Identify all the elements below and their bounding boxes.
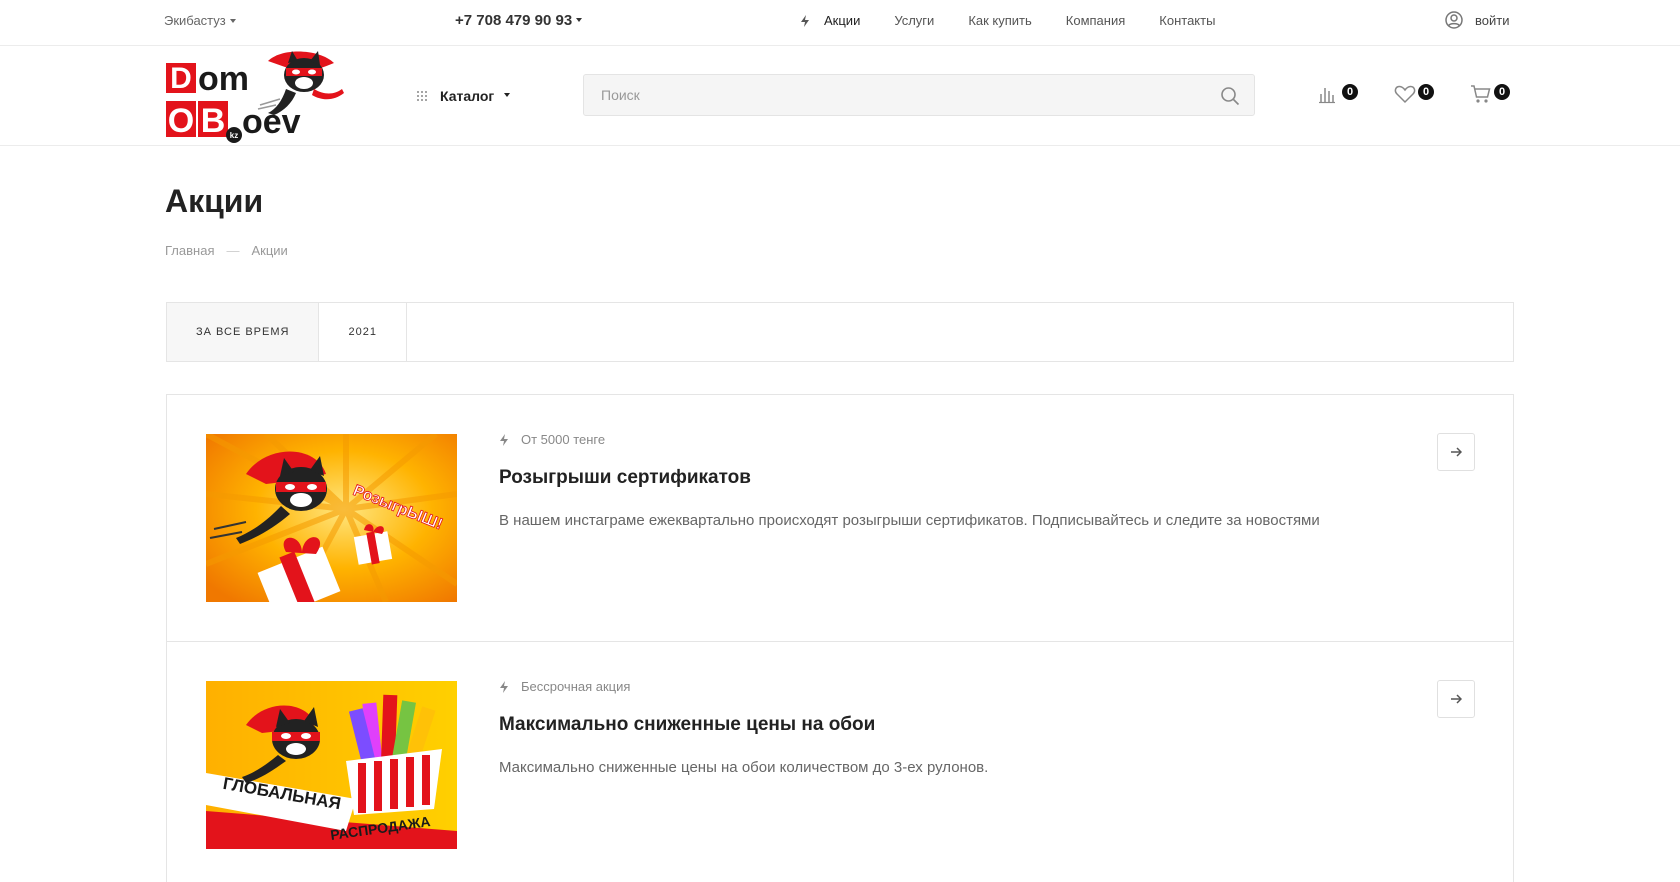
user-icon — [1445, 11, 1463, 29]
nav-item-company[interactable]: Компания — [1066, 13, 1126, 28]
svg-text:B: B — [201, 102, 226, 140]
nav-item-contacts[interactable]: Контакты — [1159, 13, 1215, 28]
promo-period-label: Бессрочная акция — [521, 679, 631, 694]
lightning-icon — [499, 680, 509, 693]
svg-text:O: O — [168, 102, 194, 140]
phone-number: +7 708 479 90 93 — [455, 12, 573, 29]
promo-period: От 5000 тенге — [499, 432, 605, 447]
search-icon[interactable] — [1220, 86, 1240, 106]
svg-text:D: D — [170, 62, 192, 95]
nav-item-label: Контакты — [1159, 13, 1216, 28]
svg-text:kz: kz — [230, 131, 238, 140]
nav-item-label: Акции — [824, 13, 861, 28]
heart-icon — [1394, 85, 1416, 104]
cart-icon — [1471, 85, 1491, 103]
promo-item: РозыгрЫШ! От 5000 тенге Розыгрыши сертиф… — [167, 395, 1513, 641]
site-logo[interactable]: D om O B kz oev — [164, 49, 354, 145]
nav-item-label: Компания — [1065, 13, 1126, 28]
arrow-right-icon — [1451, 694, 1462, 704]
svg-text:oev: oev — [242, 103, 301, 141]
page-title: Акции — [165, 183, 264, 219]
nav-item-how-to-buy[interactable]: Как купить — [968, 13, 1031, 28]
promo-image[interactable]: ГЛОБАЛЬНАЯ РАСПРОДАЖА — [206, 681, 457, 849]
promo-title[interactable]: Максимально сниженные цены на обои — [499, 714, 875, 736]
search-box — [583, 74, 1255, 116]
promo-period-label: От 5000 тенге — [521, 432, 606, 447]
arrow-right-icon — [1451, 447, 1462, 457]
compare-count-badge: 0 — [1342, 84, 1358, 100]
promo-title[interactable]: Розыгрыши сертификатов — [499, 467, 751, 489]
promo-list: РозыгрЫШ! От 5000 тенге Розыгрыши сертиф… — [166, 394, 1514, 882]
breadcrumb-home[interactable]: Главная — [165, 243, 214, 258]
year-filter: ЗА ВСЕ ВРЕМЯ 2021 — [166, 302, 1514, 362]
promo-open-button[interactable] — [1437, 433, 1475, 471]
promo-open-button[interactable] — [1437, 680, 1475, 718]
top-nav: Акции Услуги Как купить Компания Контакт… — [800, 13, 1249, 28]
cart-count-badge: 0 — [1494, 84, 1510, 100]
nav-item-label: Услуги — [894, 13, 935, 28]
chevron-down-icon — [576, 18, 583, 23]
compare-icon — [1319, 88, 1335, 104]
compare-button[interactable]: 0 — [1318, 84, 1362, 106]
nav-item-services[interactable]: Услуги — [894, 13, 934, 28]
city-label: Экибастуз — [164, 13, 226, 28]
phone-selector[interactable]: +7 708 479 90 93 — [455, 12, 583, 29]
promo-item: ГЛОБАЛЬНАЯ РАСПРОДАЖА Бессрочная акция М… — [167, 641, 1513, 882]
promo-description: Максимально сниженные цены на обои колич… — [499, 759, 989, 776]
breadcrumb-separator: — — [226, 243, 240, 258]
favorites-button[interactable]: 0 — [1394, 84, 1438, 106]
login-link[interactable]: войти — [1445, 11, 1509, 29]
promo-description: В нашем инстаграме ежеквартально происхо… — [499, 512, 1320, 529]
promo-period: Бессрочная акция — [499, 679, 630, 694]
nav-item-label: Как купить — [968, 13, 1032, 28]
catalog-label: Каталог — [440, 88, 495, 104]
lightning-icon — [800, 14, 810, 27]
lightning-icon — [499, 433, 509, 446]
top-bar: Экибастуз +7 708 479 90 93 Акции Услуги … — [0, 0, 1680, 46]
filter-tab-2021[interactable]: 2021 — [319, 303, 407, 361]
login-label: войти — [1475, 12, 1510, 28]
filter-tab-all-time[interactable]: ЗА ВСЕ ВРЕМЯ — [167, 303, 320, 361]
catalog-menu-button[interactable]: Каталог — [416, 88, 511, 104]
chevron-down-icon — [229, 18, 236, 23]
header: D om O B kz oev Каталог Поиск 0 0 0 — [0, 46, 1680, 146]
cart-button[interactable]: 0 — [1470, 84, 1514, 106]
svg-text:om: om — [198, 60, 249, 98]
city-selector[interactable]: Экибастуз — [164, 13, 236, 28]
breadcrumb-current: Акции — [251, 243, 288, 258]
grid-icon — [417, 91, 427, 101]
favorites-count-badge: 0 — [1418, 84, 1434, 100]
chevron-down-icon — [504, 93, 511, 97]
breadcrumb: Главная — Акции — [165, 243, 288, 258]
search-input[interactable] — [584, 75, 1204, 115]
nav-item-promotions[interactable]: Акции — [800, 13, 860, 28]
promo-image[interactable]: РозыгрЫШ! — [206, 434, 457, 602]
